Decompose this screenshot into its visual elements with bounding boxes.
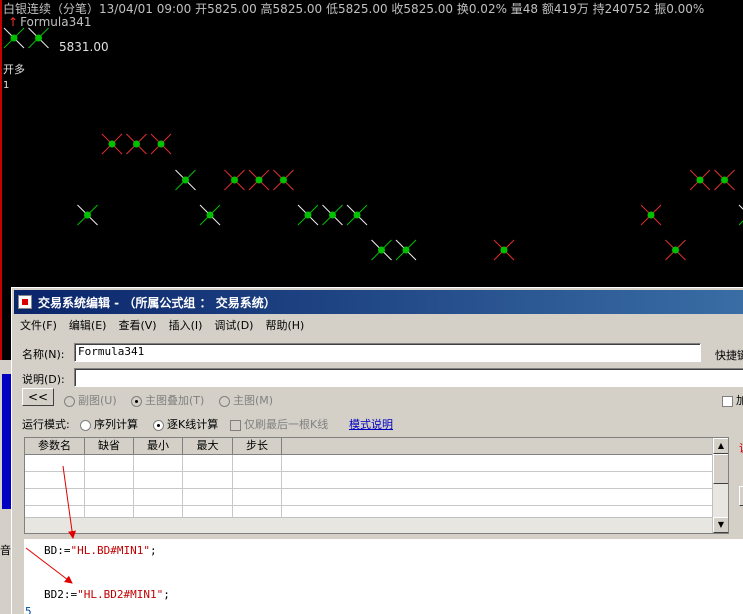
signal-marker (101, 133, 123, 155)
signal-marker (273, 169, 294, 191)
signal-marker (28, 27, 49, 49)
scroll-down-icon[interactable]: ▼ (713, 517, 728, 533)
signal-marker (77, 204, 98, 226)
trading-system-editor-dialog: 交易系统编辑 - （所属公式组 ： 交易系统） 文件(F) 编辑(E) 查看(V… (11, 287, 743, 614)
description-label: 说明(D): (22, 373, 65, 386)
signal-marker (665, 239, 686, 261)
name-input[interactable]: Formula341 (74, 343, 701, 362)
run-mode-per-bar-label: 逐K线计算 (167, 418, 219, 431)
last-bar-only-checkbox[interactable]: 仅刷最后一根K线 (230, 416, 328, 432)
column-header[interactable]: 参数名 (25, 438, 85, 454)
left-strip-char: 音 (0, 544, 11, 557)
code-line[interactable]: BD2:="HL.BD2#MIN1"; (44, 588, 170, 601)
vertical-scrollbar[interactable]: ▲ ▼ (712, 438, 728, 533)
radio-icon (219, 395, 230, 407)
description-input[interactable] (74, 368, 743, 387)
checkbox-icon (722, 395, 733, 407)
signal-marker (689, 169, 711, 191)
signal-marker (346, 204, 368, 226)
signal-marker (640, 204, 662, 226)
table-row[interactable] (25, 489, 728, 506)
line-gutter (24, 539, 36, 614)
signal-marker (371, 239, 392, 261)
right-checkbox[interactable]: 加 (722, 392, 743, 408)
radio-icon (153, 419, 164, 431)
parameter-table[interactable]: 参数名 缺省 最小 最大 步长 ▲ ▼ (24, 437, 729, 534)
table-row[interactable] (25, 472, 728, 489)
dialog-titlebar[interactable]: 交易系统编辑 - （所属公式组 ： 交易系统） (14, 290, 743, 314)
last-bar-only-label: 仅刷最后一根K线 (244, 418, 329, 431)
signal-marker (3, 27, 25, 49)
option-main-overlay[interactable]: 主图叠加(T) (131, 392, 204, 408)
menu-file[interactable]: 文件(F) (14, 317, 63, 333)
option-subchart[interactable]: 副图(U) (64, 392, 117, 408)
column-header[interactable]: 步长 (233, 438, 282, 454)
mode-help-link[interactable]: 模式说明 (349, 416, 393, 432)
left-side-panel: 音 (0, 360, 11, 614)
menu-debug[interactable]: 调试(D) (208, 317, 259, 333)
run-mode-sequence-label: 序列计算 (94, 418, 138, 431)
radio-icon (131, 395, 142, 407)
option-main-overlay-label: 主图叠加(T) (145, 394, 205, 407)
option-subchart-label: 副图(U) (78, 394, 117, 407)
menu-bar: 文件(F) 编辑(E) 查看(V) 插入(I) 调试(D) 帮助(H) (14, 316, 743, 334)
shortcut-label: 快捷键 (715, 349, 743, 362)
column-header[interactable]: 缺省 (85, 438, 134, 454)
signal-marker (493, 239, 515, 261)
option-main-chart[interactable]: 主图(M) (219, 392, 273, 408)
table-header: 参数名 缺省 最小 最大 步长 (25, 438, 728, 455)
signal-marker (322, 204, 343, 226)
signal-marker (395, 239, 417, 261)
signal-marker (714, 169, 735, 191)
app-icon (18, 295, 32, 309)
right-red-label: 说 (739, 440, 743, 456)
menu-help[interactable]: 帮助(H) (259, 317, 310, 333)
line-number: 5 (25, 605, 32, 614)
scroll-up-icon[interactable]: ▲ (713, 438, 728, 454)
scroll-thumb[interactable] (713, 454, 728, 484)
chart-markers (3, 27, 743, 261)
signal-marker (199, 204, 221, 226)
horizontal-scrollbar[interactable] (25, 517, 712, 533)
name-label: 名称(N): (22, 348, 65, 361)
back-button[interactable]: << (22, 388, 54, 406)
run-mode-sequence[interactable]: 序列计算 (80, 416, 138, 432)
radio-icon (64, 395, 75, 407)
option-main-chart-label: 主图(M) (233, 394, 274, 407)
radio-icon (80, 419, 91, 431)
column-header[interactable]: 最小 (134, 438, 183, 454)
checkbox-icon (230, 419, 241, 431)
signal-marker (175, 169, 196, 191)
run-mode-label: 运行模式: (22, 418, 70, 431)
table-row[interactable] (25, 455, 728, 472)
dialog-title: 交易系统编辑 - （所属公式组 ： 交易系统） (38, 295, 276, 310)
signal-marker (738, 204, 743, 226)
run-mode-per-bar[interactable]: 逐K线计算 (153, 416, 218, 432)
left-blue-bar (2, 374, 11, 509)
menu-edit[interactable]: 编辑(E) (63, 317, 113, 333)
right-side-button[interactable] (739, 486, 743, 506)
column-header[interactable]: 最大 (183, 438, 233, 454)
code-line[interactable]: BD:="HL.BD#MIN1"; (44, 544, 157, 557)
signal-marker (150, 133, 172, 155)
signal-marker (297, 204, 319, 226)
signal-marker (248, 169, 270, 191)
menu-view[interactable]: 查看(V) (112, 317, 162, 333)
right-checkbox-label: 加 (736, 394, 743, 407)
code-editor[interactable]: BD:="HL.BD#MIN1"; BD2:="HL.BD2#MIN1"; 5 (24, 539, 743, 614)
signal-marker (224, 169, 245, 191)
signal-marker (126, 133, 147, 155)
menu-insert[interactable]: 插入(I) (163, 317, 209, 333)
